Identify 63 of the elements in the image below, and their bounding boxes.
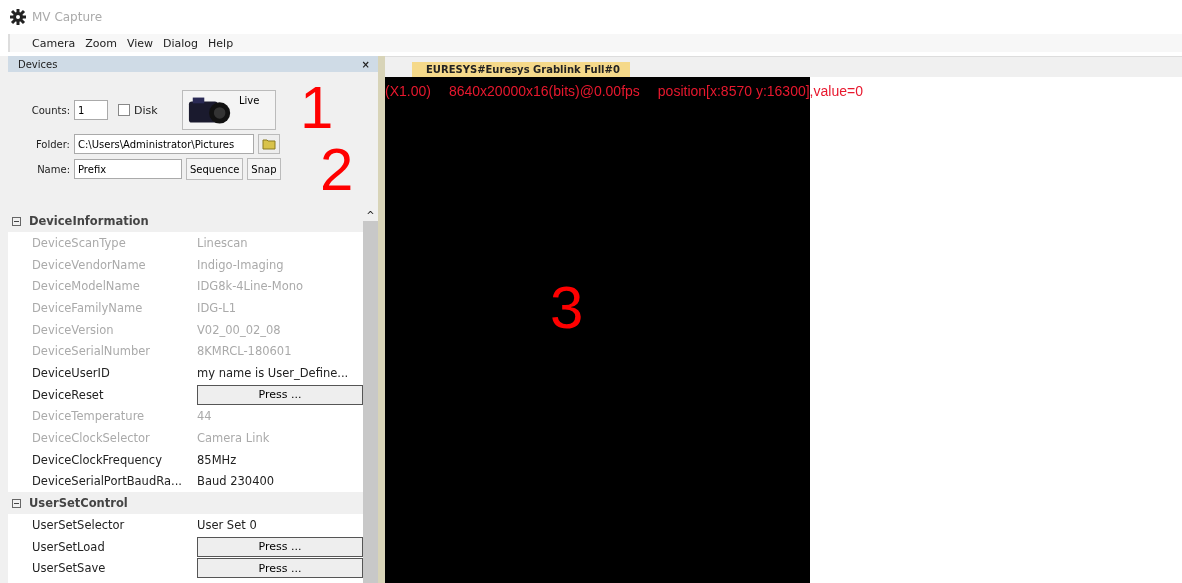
property-value: my name is User_Define...	[197, 365, 349, 380]
property-name: UserSetLoad	[32, 539, 106, 554]
annotation-number: 3	[550, 278, 584, 338]
menu-item[interactable]: Dialog	[163, 36, 199, 50]
collapse-icon[interactable]	[12, 498, 21, 508]
property-name: UserSetSelector	[32, 518, 126, 533]
property-name: DeviceScanType	[32, 235, 127, 250]
property-value: 8KMRCL-180601	[197, 344, 292, 359]
property-name: DeviceModelName	[32, 279, 141, 294]
sequence-button[interactable]: Sequence	[186, 158, 244, 180]
overlay-text: 8640x20000x16(bits)@0.00fps	[448, 83, 640, 99]
property-value: Indigo-Imaging	[197, 257, 284, 272]
property-name: DeviceVersion	[32, 322, 115, 337]
press-button[interactable]: Press ...	[197, 536, 363, 557]
window-title: MV Capture	[32, 10, 103, 24]
property-value: Baud 230400	[197, 474, 275, 489]
property-name: DeviceSerialNumber	[32, 344, 152, 359]
counts-field[interactable]: 1	[74, 100, 108, 120]
property-value: 85MHz	[197, 452, 237, 467]
annotation-number: 2	[320, 140, 354, 200]
menu-item[interactable]: Zoom	[85, 36, 117, 50]
property-value: Linescan	[197, 235, 248, 250]
to-disk-checkbox[interactable]	[118, 104, 130, 116]
group-title: DeviceInformation	[29, 214, 149, 228]
folder-icon	[262, 138, 276, 150]
property-name: DeviceFamilyName	[32, 300, 144, 315]
menu-item[interactable]: Camera	[32, 36, 76, 50]
close-button[interactable]: ×	[361, 58, 370, 70]
property-value: IDG-L1	[197, 300, 237, 315]
collapse-icon[interactable]	[12, 216, 21, 226]
live-button[interactable]: Live	[182, 90, 276, 130]
checkbox-label: Disk	[134, 103, 159, 117]
property-name: DeviceClockFrequency	[32, 452, 163, 467]
property-value: 44	[197, 409, 212, 424]
property-name: DeviceTemperature	[32, 409, 146, 424]
counts-label: Counts:	[30, 104, 70, 116]
folder-field[interactable]: C:\Users\Administrator\Pictures	[74, 134, 254, 154]
menu-item[interactable]: Help	[208, 36, 234, 50]
annotation-number: 1	[300, 78, 334, 138]
property-value: V02_00_02_08	[197, 322, 281, 337]
property-value: IDG8k-4Line-Mono	[197, 279, 303, 294]
property-value: User Set 0	[197, 518, 257, 533]
property-name: DeviceSerialPortBaudRa...	[32, 474, 183, 489]
overlay-text: (X1.00)	[385, 83, 431, 99]
press-button[interactable]: Press ...	[197, 558, 363, 579]
press-button[interactable]: Press ...	[197, 384, 363, 405]
property-name: DeviceVendorName	[32, 257, 147, 272]
folder-label: Folder:	[34, 138, 70, 150]
gear-icon	[10, 9, 26, 25]
snap-button[interactable]: Snap	[247, 158, 281, 180]
group-title: UserSetControl	[29, 496, 128, 511]
property-name: UserSetSave	[32, 561, 107, 576]
scroll-up-button[interactable]: ^	[363, 210, 378, 221]
panel-title: Devices	[18, 58, 58, 70]
menu-item[interactable]: View	[126, 36, 153, 50]
property-name: DeviceReset	[32, 387, 105, 402]
name-field[interactable]: Prefix	[74, 159, 182, 179]
name-label: Name:	[36, 163, 70, 175]
scrollbar[interactable]: ^	[363, 210, 378, 583]
viewer-tab[interactable]: EURESYS#Euresys Grablink Full#0	[412, 62, 630, 77]
property-name: DeviceClockSelector	[32, 431, 151, 446]
property-name: DeviceUserID	[32, 365, 111, 380]
property-value: Camera Link	[197, 431, 270, 446]
